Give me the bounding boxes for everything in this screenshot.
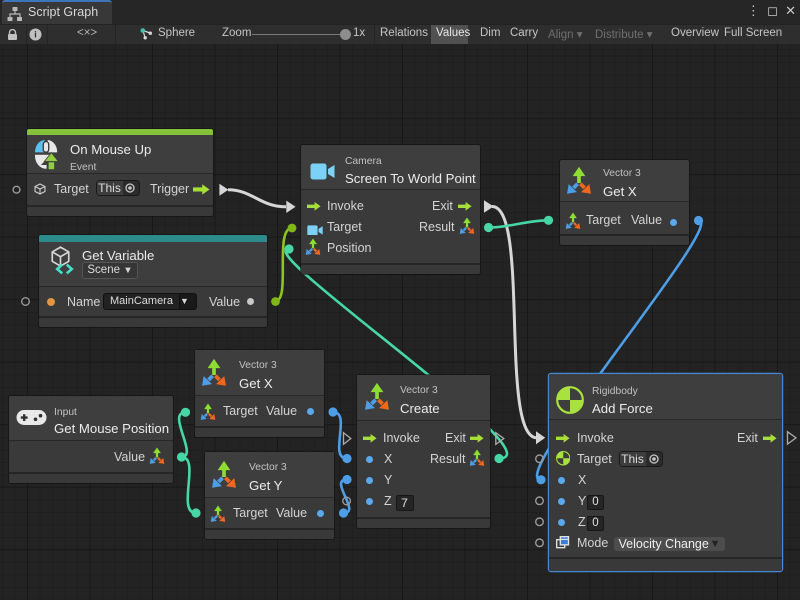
svg-text:i: i	[34, 30, 37, 40]
